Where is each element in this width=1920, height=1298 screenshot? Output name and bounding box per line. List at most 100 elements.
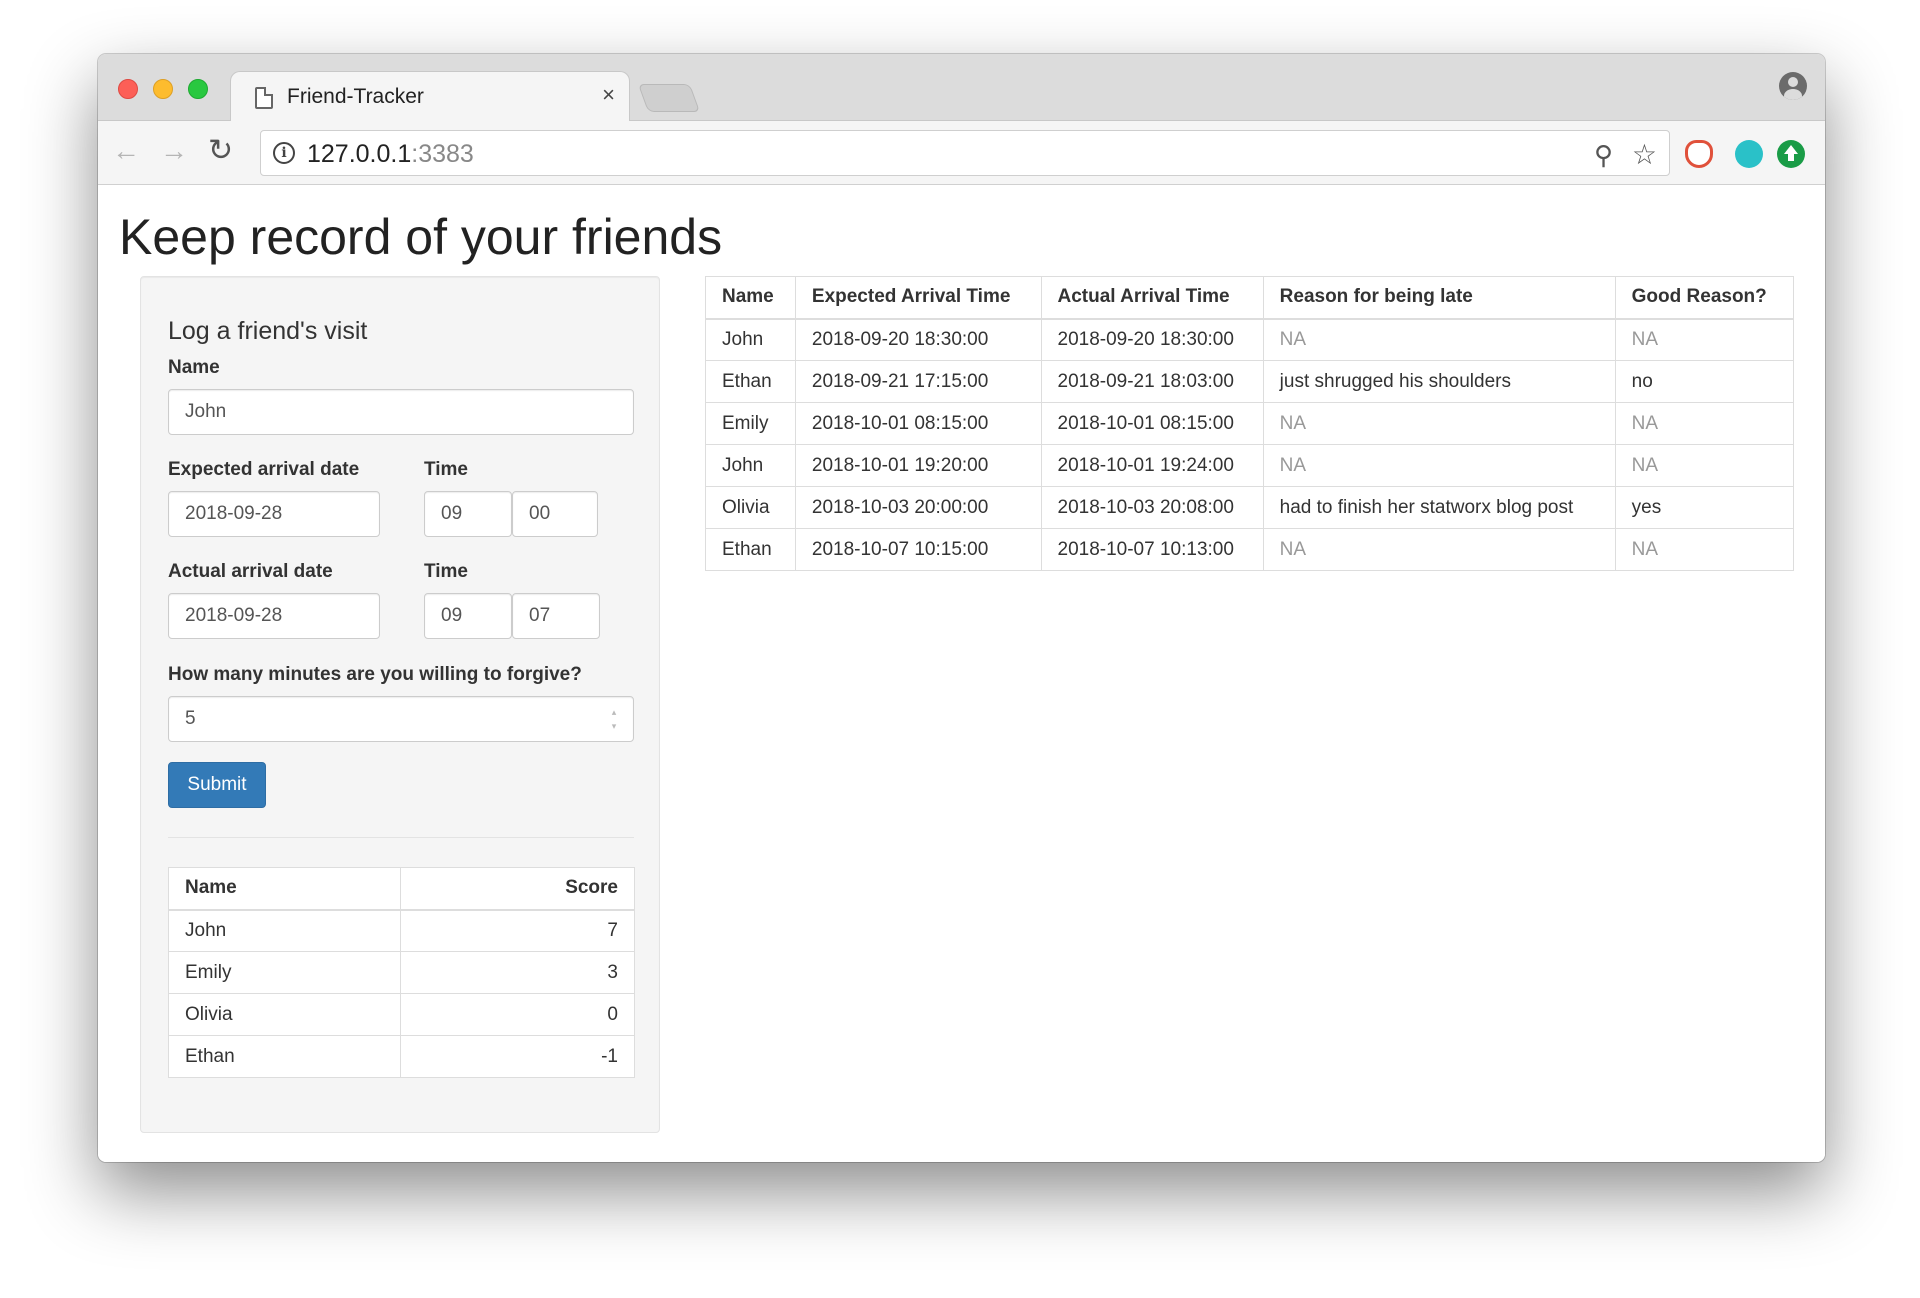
visit-reason-cell: NA bbox=[1262, 528, 1616, 571]
close-window-button[interactable] bbox=[118, 79, 138, 99]
score-table-header-row: Name Score bbox=[168, 867, 635, 911]
number-stepper-icon[interactable]: ▴ ▾ bbox=[609, 705, 619, 733]
expected-date-input[interactable]: 2018-09-28 bbox=[168, 491, 380, 537]
actual-date-input[interactable]: 2018-09-28 bbox=[168, 593, 380, 639]
tab-bar: Friend-Tracker × bbox=[98, 54, 1825, 122]
score-name-cell: Emily bbox=[168, 951, 401, 994]
score-name-cell: Olivia bbox=[168, 993, 401, 1036]
table-row: John 2018-09-20 18:30:00 2018-09-20 18:3… bbox=[705, 318, 1795, 361]
new-tab-button[interactable] bbox=[637, 84, 701, 112]
visit-expected-cell: 2018-10-01 19:20:00 bbox=[794, 444, 1042, 487]
visit-expected-cell: 2018-10-07 10:15:00 bbox=[794, 528, 1042, 571]
actual-date-label: Actual arrival date bbox=[168, 561, 333, 582]
table-row: John 7 bbox=[168, 909, 635, 952]
table-row: Olivia 0 bbox=[168, 993, 635, 1036]
submit-button[interactable]: Submit bbox=[168, 762, 266, 808]
score-header-name: Name bbox=[168, 867, 401, 911]
visit-actual-cell: 2018-10-03 20:08:00 bbox=[1040, 486, 1264, 529]
expected-hour-input[interactable]: 09 bbox=[424, 491, 512, 537]
visit-reason-cell: just shrugged his shoulders bbox=[1262, 360, 1616, 403]
visit-reason-cell: NA bbox=[1262, 402, 1616, 445]
expected-minute-input[interactable]: 00 bbox=[512, 491, 598, 537]
visit-expected-cell: 2018-10-03 20:00:00 bbox=[794, 486, 1042, 529]
visits-table-header-row: Name Expected Arrival Time Actual Arriva… bbox=[705, 276, 1795, 320]
visit-name-cell: Emily bbox=[705, 402, 796, 445]
table-row: Emily 3 bbox=[168, 951, 635, 994]
maximize-window-button[interactable] bbox=[188, 79, 208, 99]
reload-icon[interactable]: ↻ bbox=[208, 136, 233, 166]
browser-window: Friend-Tracker × ← → ↻ i 127.0.0.1:3383 … bbox=[98, 54, 1825, 1162]
score-value-cell: 7 bbox=[400, 909, 635, 952]
score-value-cell: -1 bbox=[400, 1035, 635, 1078]
close-tab-icon[interactable]: × bbox=[602, 82, 615, 107]
visit-actual-cell: 2018-09-21 18:03:00 bbox=[1040, 360, 1264, 403]
visit-reason-cell: NA bbox=[1262, 444, 1616, 487]
page-title: Keep record of your friends bbox=[119, 209, 723, 265]
visit-good-reason-cell: NA bbox=[1614, 444, 1795, 487]
browser-tab[interactable]: Friend-Tracker × bbox=[230, 71, 630, 122]
page-content: Keep record of your friends Log a friend… bbox=[98, 186, 1825, 1162]
table-row: Emily 2018-10-01 08:15:00 2018-10-01 08:… bbox=[705, 402, 1795, 445]
visit-good-reason-cell: yes bbox=[1614, 486, 1795, 529]
expected-time-label: Time bbox=[424, 459, 469, 480]
visit-reason-cell: NA bbox=[1262, 318, 1616, 361]
upload-extension-icon[interactable] bbox=[1777, 140, 1805, 168]
visit-name-cell: Ethan bbox=[705, 360, 796, 403]
visit-good-reason-cell: no bbox=[1614, 360, 1795, 403]
actual-time-label: Time bbox=[424, 561, 469, 582]
score-value-cell: 0 bbox=[400, 993, 635, 1036]
url-text[interactable]: 127.0.0.1:3383 bbox=[307, 140, 474, 169]
bookmark-star-icon[interactable]: ☆ bbox=[1632, 138, 1657, 171]
name-label: Name bbox=[168, 357, 220, 378]
visit-reason-cell: had to finish her statworx blog post bbox=[1262, 486, 1616, 529]
zoom-icon[interactable]: ⚲ bbox=[1594, 140, 1613, 171]
visit-expected-cell: 2018-09-21 17:15:00 bbox=[794, 360, 1042, 403]
back-arrow-icon[interactable]: ← bbox=[112, 137, 140, 165]
name-input[interactable]: John bbox=[168, 389, 634, 435]
visit-name-cell: John bbox=[705, 444, 796, 487]
visit-expected-cell: 2018-10-01 08:15:00 bbox=[794, 402, 1042, 445]
visit-actual-cell: 2018-10-07 10:13:00 bbox=[1040, 528, 1264, 571]
score-name-cell: Ethan bbox=[168, 1035, 401, 1078]
url-host: 127.0.0.1 bbox=[307, 140, 412, 168]
visits-header-actual: Actual Arrival Time bbox=[1040, 276, 1264, 320]
score-header-score: Score bbox=[400, 867, 635, 911]
actual-hour-input[interactable]: 09 bbox=[424, 593, 512, 639]
visit-name-cell: John bbox=[705, 318, 796, 361]
visit-name-cell: Olivia bbox=[705, 486, 796, 529]
table-row: Ethan 2018-10-07 10:15:00 2018-10-07 10:… bbox=[705, 528, 1795, 571]
minimize-window-button[interactable] bbox=[153, 79, 173, 99]
visit-expected-cell: 2018-09-20 18:30:00 bbox=[794, 318, 1042, 361]
visit-actual-cell: 2018-10-01 08:15:00 bbox=[1040, 402, 1264, 445]
form-heading: Log a friend's visit bbox=[168, 317, 368, 345]
profile-icon[interactable] bbox=[1779, 72, 1807, 100]
table-row: Ethan -1 bbox=[168, 1035, 635, 1078]
browser-toolbar: ← → ↻ i 127.0.0.1:3383 ⚲ ☆ bbox=[98, 121, 1825, 185]
forgive-minutes-input[interactable]: 5 ▴ ▾ bbox=[168, 696, 634, 742]
url-port: :3383 bbox=[411, 140, 474, 168]
teal-extension-icon[interactable] bbox=[1735, 140, 1763, 168]
forgive-minutes-value: 5 bbox=[185, 708, 196, 729]
table-row: John 2018-10-01 19:20:00 2018-10-01 19:2… bbox=[705, 444, 1795, 487]
visits-table: Name Expected Arrival Time Actual Arriva… bbox=[705, 276, 1795, 571]
expected-date-label: Expected arrival date bbox=[168, 459, 360, 480]
divider bbox=[168, 837, 634, 838]
info-icon[interactable]: i bbox=[273, 142, 295, 164]
document-icon bbox=[255, 87, 273, 109]
visit-name-cell: Ethan bbox=[705, 528, 796, 571]
address-bar[interactable]: i 127.0.0.1:3383 ⚲ ☆ bbox=[260, 130, 1670, 176]
actual-minute-input[interactable]: 07 bbox=[512, 593, 600, 639]
visits-header-reason: Reason for being late bbox=[1262, 276, 1616, 320]
forward-arrow-icon[interactable]: → bbox=[160, 137, 188, 165]
forgive-minutes-label: How many minutes are you willing to forg… bbox=[168, 664, 582, 685]
visit-actual-cell: 2018-10-01 19:24:00 bbox=[1040, 444, 1264, 487]
tab-title: Friend-Tracker bbox=[287, 85, 424, 108]
visits-header-expected: Expected Arrival Time bbox=[794, 276, 1042, 320]
visit-good-reason-cell: NA bbox=[1614, 528, 1795, 571]
visit-good-reason-cell: NA bbox=[1614, 318, 1795, 361]
visit-actual-cell: 2018-09-20 18:30:00 bbox=[1040, 318, 1264, 361]
visits-header-good-reason: Good Reason? bbox=[1614, 276, 1795, 320]
visit-good-reason-cell: NA bbox=[1614, 402, 1795, 445]
score-value-cell: 3 bbox=[400, 951, 635, 994]
adblock-extension-icon[interactable] bbox=[1685, 140, 1713, 168]
